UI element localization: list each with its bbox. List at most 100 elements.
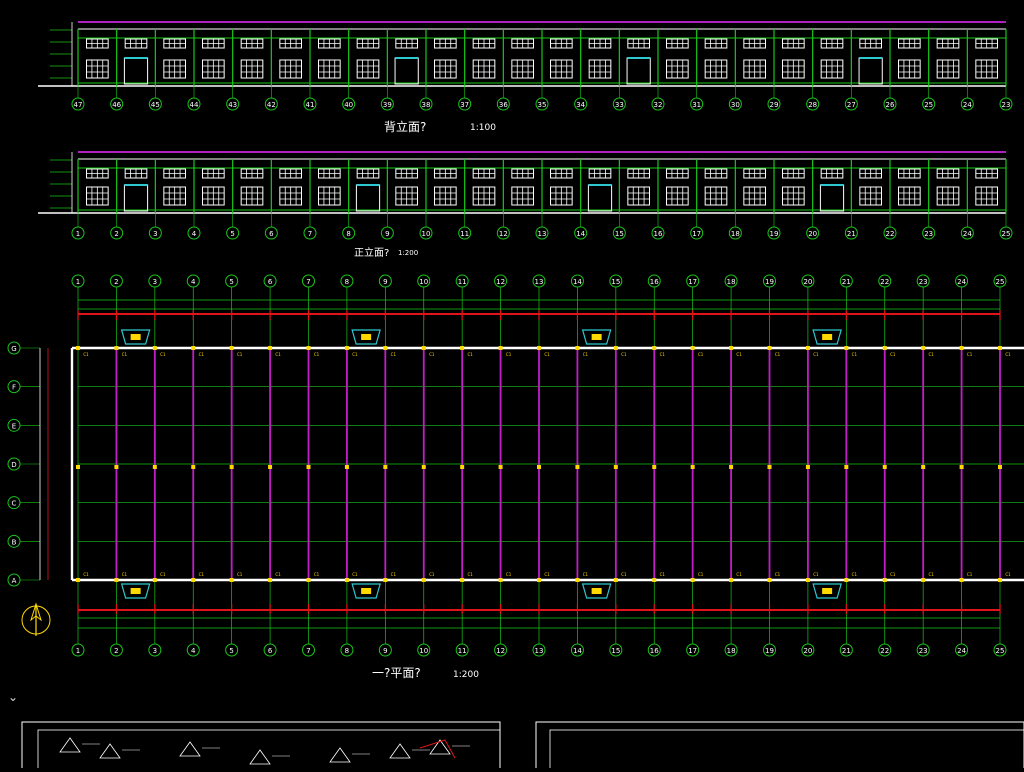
axis-label: 2 xyxy=(114,278,118,286)
column-marker xyxy=(998,578,1002,582)
axis-label: 25 xyxy=(996,278,1005,286)
column-marker xyxy=(959,465,964,469)
axis-label: 43 xyxy=(228,101,237,109)
window xyxy=(550,38,573,49)
column-tag: C1 xyxy=(852,572,858,577)
column-marker xyxy=(844,346,849,350)
window xyxy=(240,186,264,206)
column-tag: C1 xyxy=(467,572,473,577)
column-marker xyxy=(613,465,618,469)
window xyxy=(588,59,612,79)
column-tag: C1 xyxy=(122,352,128,357)
axis-label: 17 xyxy=(688,647,697,655)
axis-label: 10 xyxy=(419,278,428,286)
axis-label: 6 xyxy=(268,647,273,655)
window xyxy=(666,59,689,79)
axis-label: 2 xyxy=(114,647,118,655)
column-marker xyxy=(383,578,388,582)
column-marker xyxy=(383,465,388,469)
column-marker xyxy=(460,578,465,582)
column-tag: C1 xyxy=(199,352,205,357)
window xyxy=(743,168,766,179)
window xyxy=(434,59,457,79)
door-frame xyxy=(626,57,651,85)
window xyxy=(975,59,998,79)
axis-label: 25 xyxy=(924,101,933,109)
window xyxy=(318,168,341,179)
window xyxy=(975,168,998,179)
column-tag: C1 xyxy=(928,352,934,357)
window xyxy=(550,168,573,179)
column-marker xyxy=(460,465,465,469)
column-marker xyxy=(498,578,503,582)
door-frame xyxy=(123,57,149,85)
axis-label: 11 xyxy=(458,647,467,655)
window xyxy=(704,168,728,179)
column-marker xyxy=(421,578,426,582)
floor-plan: 1122334455667788991010111112121313141415… xyxy=(7,274,1024,657)
chevron-down-icon[interactable]: ⌄ xyxy=(8,690,18,704)
window xyxy=(86,38,109,49)
column-tag: C1 xyxy=(314,352,320,357)
column-tag: C1 xyxy=(83,352,89,357)
column-marker xyxy=(575,578,580,582)
axis-label: 12 xyxy=(496,278,505,286)
axis-label: 24 xyxy=(957,278,966,286)
column-marker xyxy=(268,465,273,469)
axis-label: 36 xyxy=(499,101,508,109)
column-tag: C1 xyxy=(275,572,281,577)
window xyxy=(356,59,380,79)
column-tag: C1 xyxy=(352,352,358,357)
column-marker xyxy=(537,465,541,469)
door xyxy=(858,57,883,85)
axis-label: 5 xyxy=(229,647,233,655)
axis-label: 22 xyxy=(880,647,889,655)
window xyxy=(202,186,225,206)
door xyxy=(587,184,613,212)
axis-label: 5 xyxy=(229,278,233,286)
column-marker xyxy=(498,346,503,350)
column-marker xyxy=(690,465,695,469)
window xyxy=(627,186,650,206)
column-marker xyxy=(575,346,580,350)
axis-label: 13 xyxy=(535,278,544,286)
column-tag: C1 xyxy=(122,572,128,577)
column-tag: C1 xyxy=(391,572,397,577)
axis-label: 17 xyxy=(688,278,697,286)
column-tag: C1 xyxy=(775,352,781,357)
axis-label: 19 xyxy=(765,278,774,286)
axis-label: 9 xyxy=(385,230,389,238)
axis-label: 16 xyxy=(650,647,659,655)
column-marker xyxy=(268,346,273,350)
column-tag: C1 xyxy=(391,352,397,357)
door xyxy=(355,184,381,212)
axis-label: 25 xyxy=(996,647,1005,655)
axis-label: 13 xyxy=(538,230,547,238)
plan-scale: 1:200 xyxy=(453,670,479,680)
column-tag: C1 xyxy=(890,352,896,357)
detail-sketch xyxy=(329,747,351,763)
entrance-canopy xyxy=(351,583,381,599)
column-marker xyxy=(882,346,887,350)
column-marker xyxy=(652,465,657,469)
window xyxy=(898,38,921,49)
column-marker xyxy=(268,578,273,582)
column-tag: C1 xyxy=(429,572,435,577)
window xyxy=(279,59,302,79)
axis-label: 26 xyxy=(886,101,895,109)
column-marker xyxy=(152,578,157,582)
door-marker xyxy=(822,588,833,594)
axis-label: 12 xyxy=(496,647,505,655)
door xyxy=(626,57,651,85)
window xyxy=(318,59,341,79)
axis-label: 24 xyxy=(963,101,972,109)
window xyxy=(318,38,341,49)
axis-label: 7 xyxy=(306,647,310,655)
axis-label: F xyxy=(12,384,16,392)
axis-label: 7 xyxy=(306,278,310,286)
column-marker xyxy=(421,465,426,469)
window xyxy=(666,168,689,179)
window xyxy=(975,38,998,49)
axis-label: 15 xyxy=(611,278,620,286)
column-tag: C1 xyxy=(967,572,973,577)
